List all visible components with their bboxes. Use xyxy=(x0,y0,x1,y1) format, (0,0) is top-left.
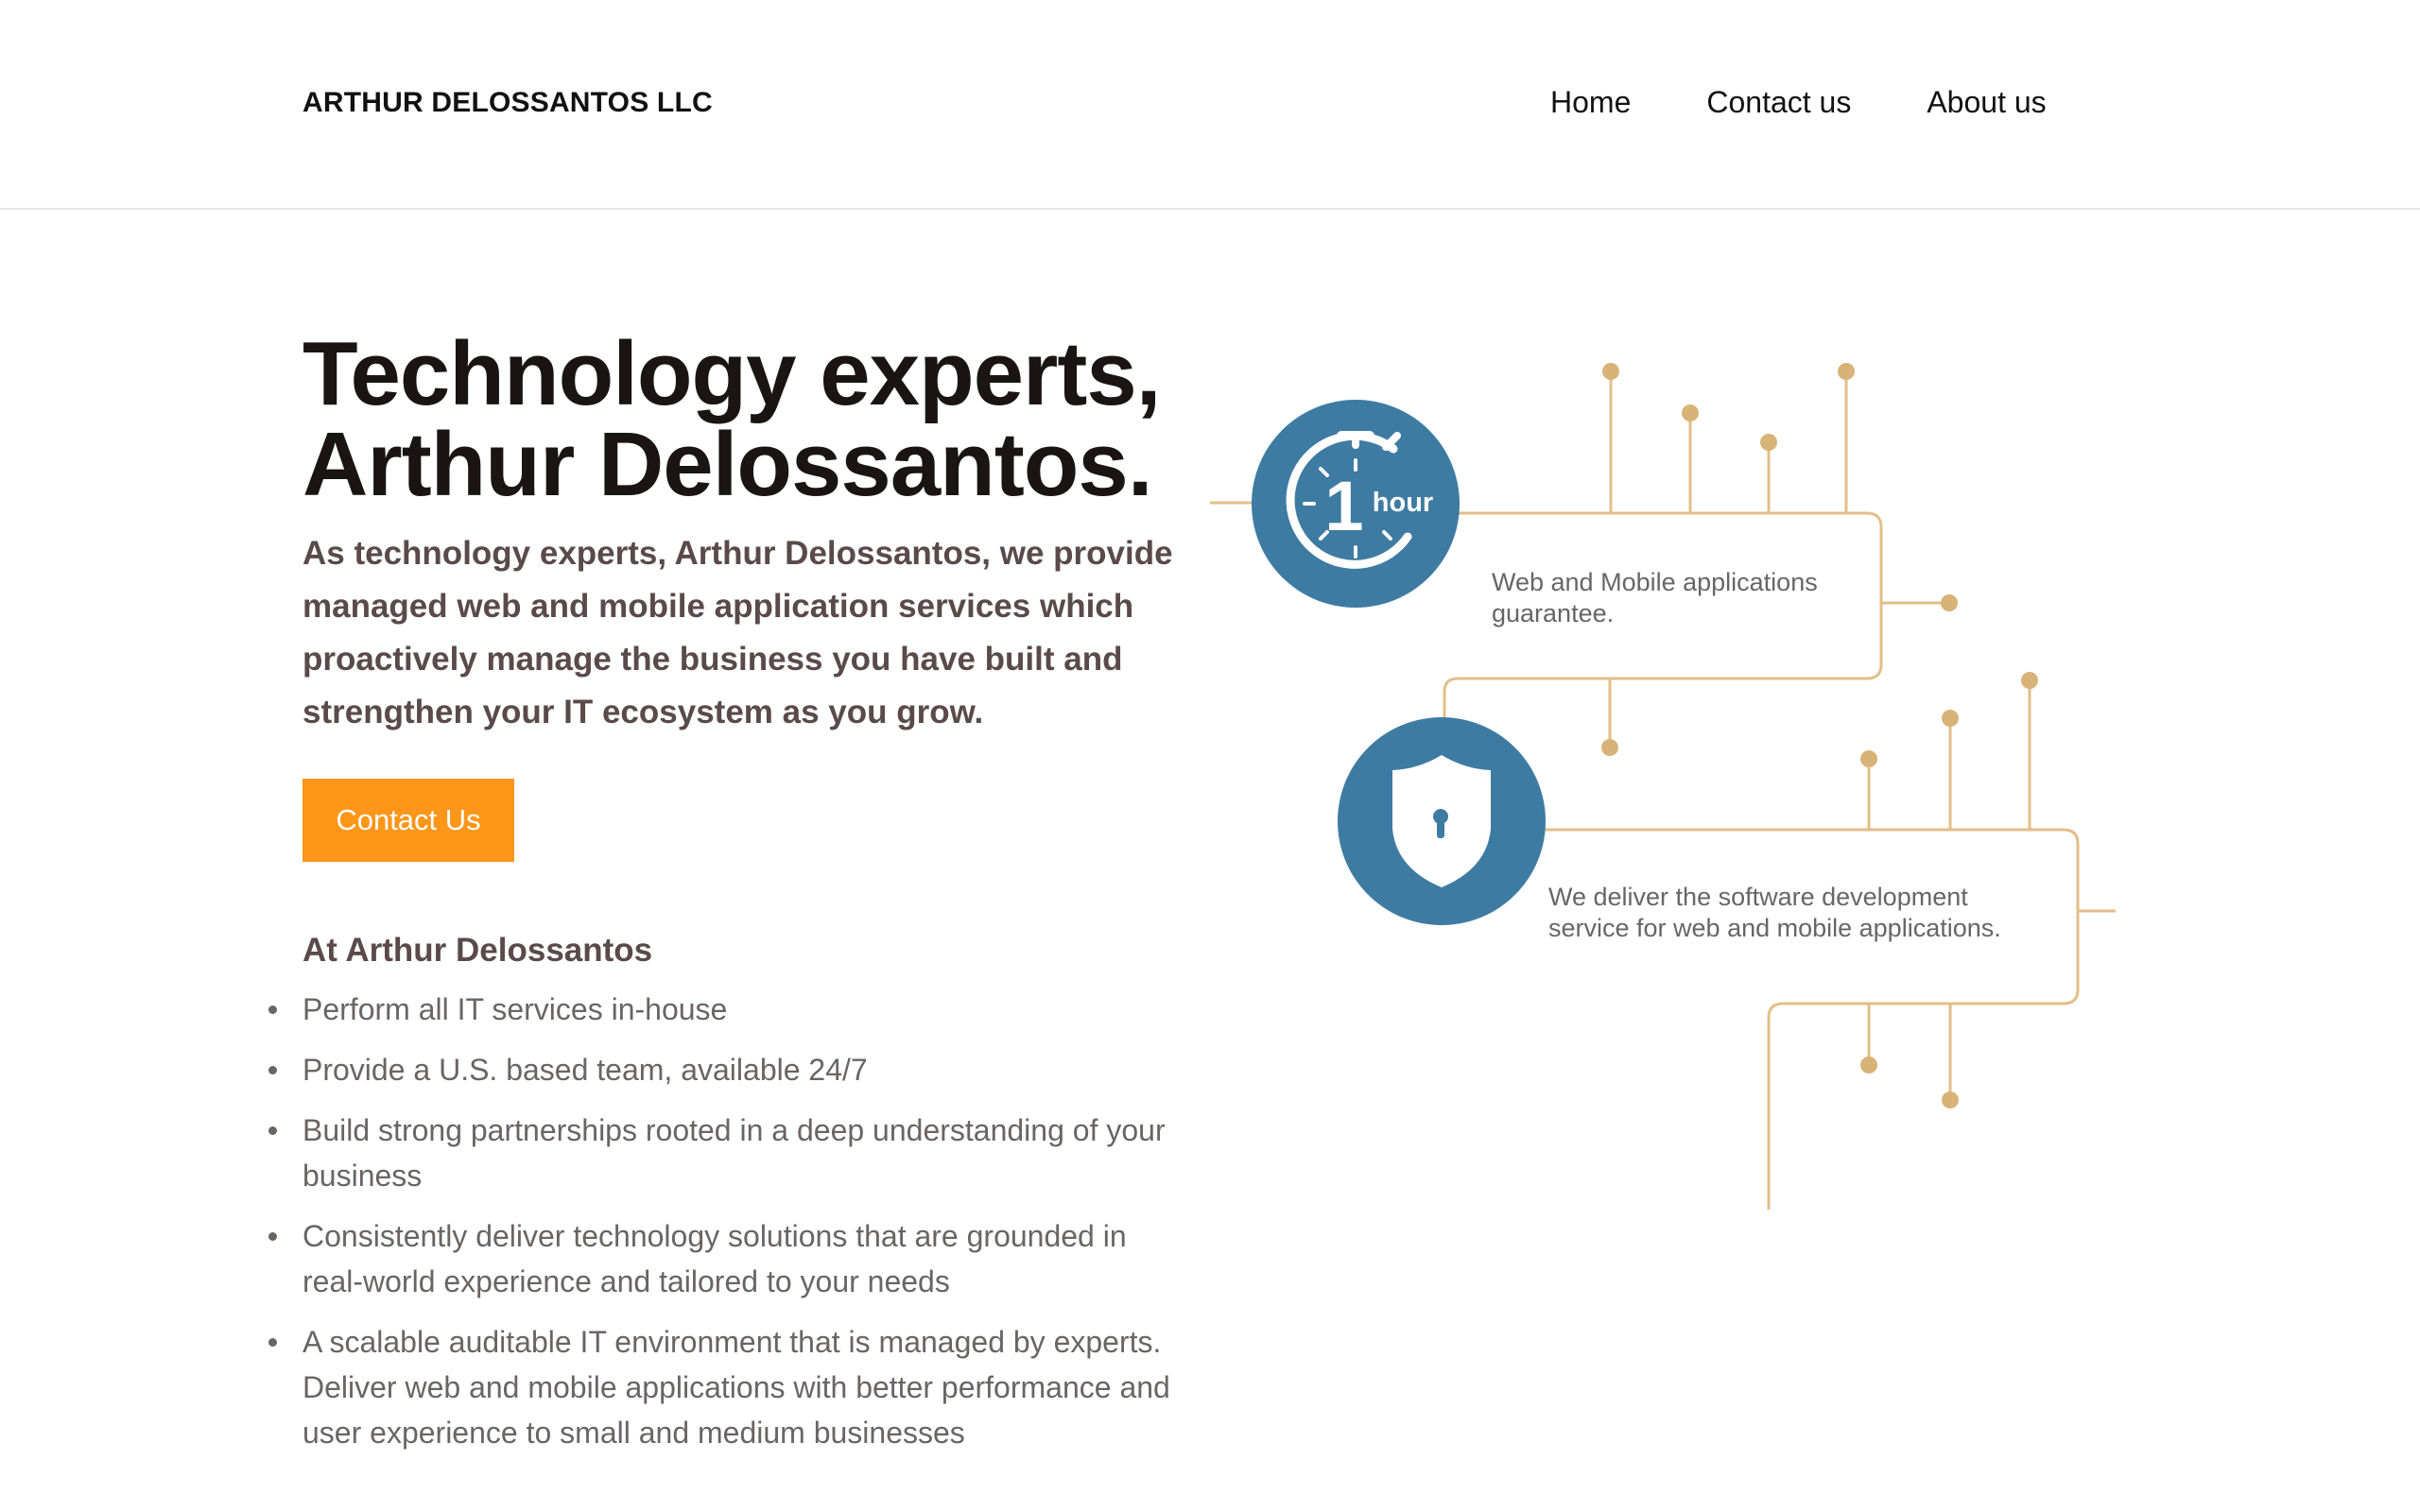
badge2-caption-line-2: service for web and mobile applications. xyxy=(1548,914,2001,942)
shield-badge xyxy=(1338,717,1546,925)
brand-logo[interactable]: ARTHUR DELOSSANTOS LLC xyxy=(302,87,713,119)
feature-item: Build strong partnerships rooted in a de… xyxy=(268,1108,1191,1198)
site-header: ARTHUR DELOSSANTOS LLC Home Contact us A… xyxy=(0,0,2420,210)
badge2-caption: We deliver the software development serv… xyxy=(1548,882,2001,944)
stopwatch-icon: 1 hour xyxy=(1286,431,1433,569)
stopwatch-unit: hour xyxy=(1373,488,1433,518)
stopwatch-number: 1 xyxy=(1324,467,1363,545)
features-list: Perform all IT services in-house Provide… xyxy=(268,987,1191,1470)
feature-item: Provide a U.S. based team, available 24/… xyxy=(268,1047,1191,1092)
hero-title-line-2: Arthur Delossantos. xyxy=(302,414,1152,515)
hero-subtitle: As technology experts, Arthur Delossanto… xyxy=(302,535,1173,730)
feature-item: A scalable auditable IT environment that… xyxy=(268,1319,1191,1455)
nav-about-us[interactable]: About us xyxy=(1927,85,2046,120)
hero-title-line-1: Technology experts, xyxy=(302,323,1161,424)
badge1-caption: Web and Mobile applications guarantee. xyxy=(1492,567,1818,629)
nav-home[interactable]: Home xyxy=(1550,85,1631,120)
features-title: At Arthur Delossantos xyxy=(302,932,653,969)
badge2-caption-line-1: We deliver the software development xyxy=(1548,883,1968,911)
nav-contact-us[interactable]: Contact us xyxy=(1706,85,1851,120)
hero-title: Technology experts, Arthur Delossantos. xyxy=(302,329,1161,510)
shield-lock-icon xyxy=(1392,755,1491,887)
feature-item: Consistently deliver technology solution… xyxy=(268,1213,1191,1304)
badge1-caption-line-2: guarantee. xyxy=(1492,599,1615,627)
contact-us-button[interactable]: Contact Us xyxy=(302,779,514,862)
badge1-caption-line-1: Web and Mobile applications xyxy=(1492,568,1818,596)
main-nav: Home Contact us About us xyxy=(1550,85,2122,120)
stopwatch-badge: 1 hour xyxy=(1252,400,1460,608)
services-illustration: 1 hour Web and Mobile applications guara… xyxy=(1201,340,2136,1228)
feature-item: Perform all IT services in-house xyxy=(268,987,1191,1032)
